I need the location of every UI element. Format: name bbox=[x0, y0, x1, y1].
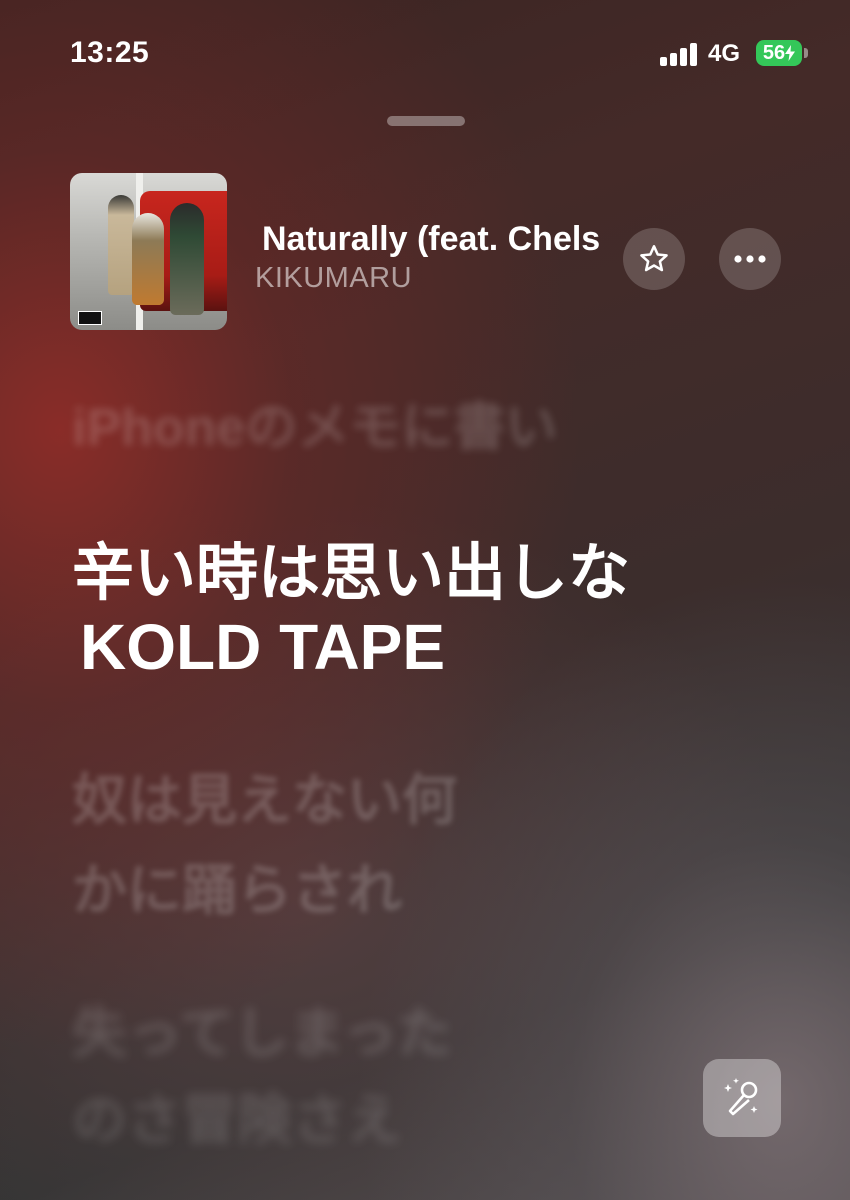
battery-indicator: 56 bbox=[756, 40, 802, 66]
more-options-button[interactable] bbox=[719, 228, 781, 290]
artwork-person bbox=[132, 213, 164, 305]
status-bar: 13:25 4G 56 bbox=[0, 0, 850, 100]
network-type: 4G bbox=[708, 40, 741, 67]
lyric-line-later[interactable]: 失ってしまった bbox=[72, 988, 752, 1068]
favorite-button[interactable] bbox=[623, 228, 685, 290]
artwork-person bbox=[108, 195, 134, 295]
now-playing-lyrics-screen: 13:25 4G 56 Naturally (feat. Chels KIKUM… bbox=[0, 0, 850, 1200]
microphone-sparkle-icon bbox=[724, 1078, 758, 1116]
song-artist[interactable]: KIKUMARU bbox=[255, 262, 412, 295]
lyric-line-next[interactable]: 奴は見えない何 bbox=[72, 755, 752, 835]
cellular-signal-icon bbox=[660, 42, 698, 66]
artwork-person bbox=[170, 203, 204, 315]
battery-cap bbox=[804, 48, 808, 58]
charging-bolt-icon bbox=[785, 45, 796, 61]
parental-advisory-label bbox=[78, 311, 102, 325]
song-title[interactable]: Naturally (feat. Chels bbox=[262, 220, 618, 259]
status-time: 13:25 bbox=[70, 36, 150, 69]
lyric-line-previous[interactable]: iPhoneのメモに書い bbox=[72, 385, 752, 460]
lyric-line-current[interactable]: 辛い時は思い出しな bbox=[72, 522, 752, 612]
lyric-line-later[interactable]: のさ冒険さえ bbox=[72, 1075, 752, 1155]
ellipsis-icon bbox=[734, 255, 766, 263]
battery-level: 56 bbox=[762, 41, 786, 64]
star-icon bbox=[640, 245, 668, 272]
sing-along-button[interactable] bbox=[703, 1059, 781, 1137]
lyric-line-next[interactable]: かに踊らされ bbox=[72, 845, 752, 925]
sheet-grabber[interactable] bbox=[387, 116, 465, 126]
lyric-line-current[interactable]: KOLD TAPE bbox=[80, 610, 760, 684]
album-artwork[interactable] bbox=[70, 173, 227, 330]
